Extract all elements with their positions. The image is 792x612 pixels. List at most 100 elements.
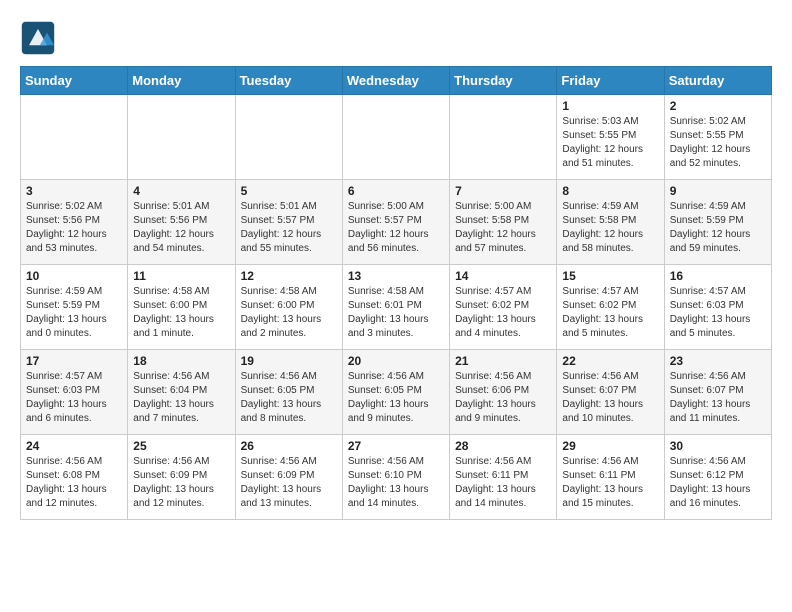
day-number: 30 bbox=[670, 439, 766, 453]
day-info: Sunrise: 4:59 AM Sunset: 5:59 PM Dayligh… bbox=[670, 200, 766, 256]
day-number: 25 bbox=[133, 439, 229, 453]
calendar-week-row: 24 Sunrise: 4:56 AM Sunset: 6:08 PM Dayli… bbox=[21, 435, 772, 520]
weekday-header-wednesday: Wednesday bbox=[342, 67, 449, 95]
day-info: Sunrise: 4:57 AM Sunset: 6:02 PM Dayligh… bbox=[562, 285, 658, 341]
calendar-cell: 6Sunrise: 5:00 AM Sunset: 5:57 PM Daylig… bbox=[342, 180, 449, 265]
calendar-cell: 7Sunrise: 5:00 AM Sunset: 5:58 PM Daylig… bbox=[450, 180, 557, 265]
calendar-cell: 15Sunrise: 4:57 AM Sunset: 6:02 PM Dayli… bbox=[557, 265, 664, 350]
calendar-cell: 19 Sunrise: 4:56 AM Sunset: 6:05 PM Dayli… bbox=[235, 350, 342, 435]
day-number: 29 bbox=[562, 439, 658, 453]
day-info: Sunrise: 4:56 AM Sunset: 6:07 PM Dayligh… bbox=[670, 370, 766, 426]
calendar-table: SundayMondayTuesdayWednesdayThursdayFrid… bbox=[20, 66, 772, 520]
day-info: Sunrise: 4:56 AM Sunset: 6:06 PM Dayligh… bbox=[455, 370, 551, 426]
day-number: 24 bbox=[26, 439, 122, 453]
calendar-cell: 10Sunrise: 4:59 AM Sunset: 5:59 PM Dayli… bbox=[21, 265, 128, 350]
day-number: 7 bbox=[455, 184, 551, 198]
day-info: Sunrise: 4:56 AM Sunset: 6:04 PM Dayligh… bbox=[133, 370, 229, 426]
day-number: 9 bbox=[670, 184, 766, 198]
weekday-header-sunday: Sunday bbox=[21, 67, 128, 95]
day-info: Sunrise: 5:01 AM Sunset: 5:56 PM Dayligh… bbox=[133, 200, 229, 256]
day-number: 27 bbox=[348, 439, 444, 453]
day-number: 26 bbox=[241, 439, 337, 453]
calendar-cell: 29 Sunrise: 4:56 AM Sunset: 6:11 PM Dayli… bbox=[557, 435, 664, 520]
calendar-cell: 12 Sunrise: 4:58 AM Sunset: 6:00 PM Dayli… bbox=[235, 265, 342, 350]
logo bbox=[20, 20, 60, 56]
calendar-cell bbox=[128, 95, 235, 180]
day-info: Sunrise: 4:59 AM Sunset: 5:58 PM Dayligh… bbox=[562, 200, 658, 256]
weekday-header-friday: Friday bbox=[557, 67, 664, 95]
day-number: 16 bbox=[670, 269, 766, 283]
day-number: 12 bbox=[241, 269, 337, 283]
calendar-cell: 21 Sunrise: 4:56 AM Sunset: 6:06 PM Dayli… bbox=[450, 350, 557, 435]
weekday-header-row: SundayMondayTuesdayWednesdayThursdayFrid… bbox=[21, 67, 772, 95]
calendar-cell bbox=[342, 95, 449, 180]
calendar-cell: 24 Sunrise: 4:56 AM Sunset: 6:08 PM Dayli… bbox=[21, 435, 128, 520]
day-number: 17 bbox=[26, 354, 122, 368]
calendar-body: 1 Sunrise: 5:03 AM Sunset: 5:55 PM Daylig… bbox=[21, 95, 772, 520]
calendar-cell: 1 Sunrise: 5:03 AM Sunset: 5:55 PM Daylig… bbox=[557, 95, 664, 180]
day-info: Sunrise: 4:56 AM Sunset: 6:10 PM Dayligh… bbox=[348, 455, 444, 511]
calendar-cell: 4 Sunrise: 5:01 AM Sunset: 5:56 PM Daylig… bbox=[128, 180, 235, 265]
calendar-cell: 23 Sunrise: 4:56 AM Sunset: 6:07 PM Dayli… bbox=[664, 350, 771, 435]
day-info: Sunrise: 5:02 AM Sunset: 5:56 PM Dayligh… bbox=[26, 200, 122, 256]
day-info: Sunrise: 4:56 AM Sunset: 6:07 PM Dayligh… bbox=[562, 370, 658, 426]
calendar-cell: 18 Sunrise: 4:56 AM Sunset: 6:04 PM Dayli… bbox=[128, 350, 235, 435]
day-number: 10 bbox=[26, 269, 122, 283]
weekday-header-monday: Monday bbox=[128, 67, 235, 95]
calendar-cell: 20Sunrise: 4:56 AM Sunset: 6:05 PM Dayli… bbox=[342, 350, 449, 435]
calendar-cell bbox=[235, 95, 342, 180]
calendar-cell: 22Sunrise: 4:56 AM Sunset: 6:07 PM Dayli… bbox=[557, 350, 664, 435]
calendar-week-row: 17 Sunrise: 4:57 AM Sunset: 6:03 PM Dayli… bbox=[21, 350, 772, 435]
day-info: Sunrise: 4:57 AM Sunset: 6:03 PM Dayligh… bbox=[26, 370, 122, 426]
calendar-cell: 9 Sunrise: 4:59 AM Sunset: 5:59 PM Daylig… bbox=[664, 180, 771, 265]
day-number: 18 bbox=[133, 354, 229, 368]
day-info: Sunrise: 4:58 AM Sunset: 6:00 PM Dayligh… bbox=[241, 285, 337, 341]
calendar-cell: 8 Sunrise: 4:59 AM Sunset: 5:58 PM Daylig… bbox=[557, 180, 664, 265]
calendar-cell: 17 Sunrise: 4:57 AM Sunset: 6:03 PM Dayli… bbox=[21, 350, 128, 435]
day-info: Sunrise: 4:57 AM Sunset: 6:03 PM Dayligh… bbox=[670, 285, 766, 341]
calendar-cell: 11 Sunrise: 4:58 AM Sunset: 6:00 PM Dayli… bbox=[128, 265, 235, 350]
day-info: Sunrise: 4:56 AM Sunset: 6:09 PM Dayligh… bbox=[241, 455, 337, 511]
calendar-cell: 26 Sunrise: 4:56 AM Sunset: 6:09 PM Dayli… bbox=[235, 435, 342, 520]
weekday-header-tuesday: Tuesday bbox=[235, 67, 342, 95]
day-info: Sunrise: 4:56 AM Sunset: 6:05 PM Dayligh… bbox=[241, 370, 337, 426]
calendar-cell: 16 Sunrise: 4:57 AM Sunset: 6:03 PM Dayli… bbox=[664, 265, 771, 350]
weekday-header-saturday: Saturday bbox=[664, 67, 771, 95]
calendar-week-row: 10Sunrise: 4:59 AM Sunset: 5:59 PM Dayli… bbox=[21, 265, 772, 350]
calendar-cell: 27 Sunrise: 4:56 AM Sunset: 6:10 PM Dayli… bbox=[342, 435, 449, 520]
day-number: 23 bbox=[670, 354, 766, 368]
day-info: Sunrise: 5:03 AM Sunset: 5:55 PM Dayligh… bbox=[562, 115, 658, 171]
calendar-week-row: 3Sunrise: 5:02 AM Sunset: 5:56 PM Daylig… bbox=[21, 180, 772, 265]
calendar-cell: 5 Sunrise: 5:01 AM Sunset: 5:57 PM Daylig… bbox=[235, 180, 342, 265]
day-number: 1 bbox=[562, 99, 658, 113]
logo-icon bbox=[20, 20, 56, 56]
day-number: 19 bbox=[241, 354, 337, 368]
day-number: 5 bbox=[241, 184, 337, 198]
day-number: 8 bbox=[562, 184, 658, 198]
calendar-cell bbox=[450, 95, 557, 180]
page-header bbox=[20, 20, 772, 56]
calendar-week-row: 1 Sunrise: 5:03 AM Sunset: 5:55 PM Daylig… bbox=[21, 95, 772, 180]
calendar-cell: 30 Sunrise: 4:56 AM Sunset: 6:12 PM Dayli… bbox=[664, 435, 771, 520]
day-number: 21 bbox=[455, 354, 551, 368]
day-info: Sunrise: 4:57 AM Sunset: 6:02 PM Dayligh… bbox=[455, 285, 551, 341]
day-number: 20 bbox=[348, 354, 444, 368]
day-info: Sunrise: 4:56 AM Sunset: 6:08 PM Dayligh… bbox=[26, 455, 122, 511]
calendar-cell: 2Sunrise: 5:02 AM Sunset: 5:55 PM Daylig… bbox=[664, 95, 771, 180]
day-info: Sunrise: 4:56 AM Sunset: 6:09 PM Dayligh… bbox=[133, 455, 229, 511]
calendar-cell: 25 Sunrise: 4:56 AM Sunset: 6:09 PM Dayli… bbox=[128, 435, 235, 520]
day-info: Sunrise: 4:58 AM Sunset: 6:00 PM Dayligh… bbox=[133, 285, 229, 341]
day-info: Sunrise: 4:56 AM Sunset: 6:12 PM Dayligh… bbox=[670, 455, 766, 511]
day-info: Sunrise: 5:02 AM Sunset: 5:55 PM Dayligh… bbox=[670, 115, 766, 171]
day-number: 14 bbox=[455, 269, 551, 283]
calendar-cell: 3Sunrise: 5:02 AM Sunset: 5:56 PM Daylig… bbox=[21, 180, 128, 265]
day-number: 11 bbox=[133, 269, 229, 283]
day-info: Sunrise: 4:56 AM Sunset: 6:11 PM Dayligh… bbox=[562, 455, 658, 511]
day-number: 4 bbox=[133, 184, 229, 198]
day-number: 6 bbox=[348, 184, 444, 198]
day-info: Sunrise: 4:56 AM Sunset: 6:11 PM Dayligh… bbox=[455, 455, 551, 511]
day-info: Sunrise: 5:01 AM Sunset: 5:57 PM Dayligh… bbox=[241, 200, 337, 256]
day-info: Sunrise: 4:58 AM Sunset: 6:01 PM Dayligh… bbox=[348, 285, 444, 341]
calendar-header: SundayMondayTuesdayWednesdayThursdayFrid… bbox=[21, 67, 772, 95]
day-number: 28 bbox=[455, 439, 551, 453]
